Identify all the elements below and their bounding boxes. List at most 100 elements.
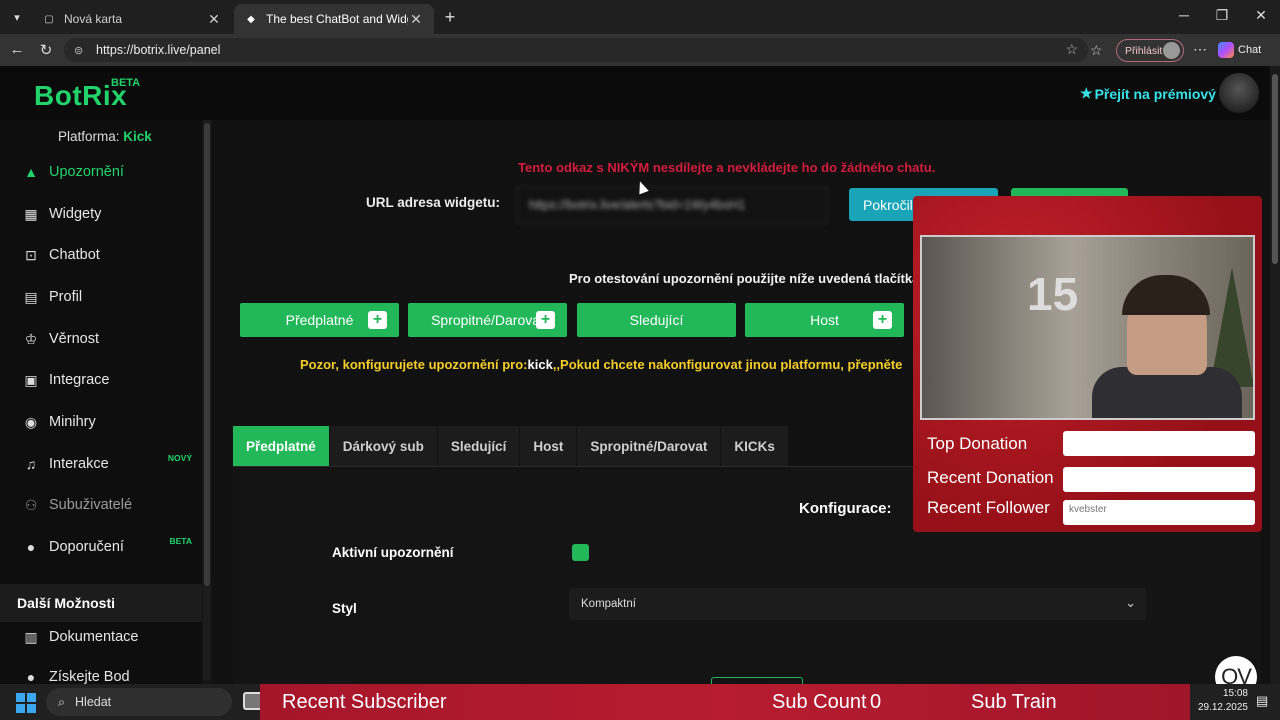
sidebar-item-profile[interactable]: ▤ Profil bbox=[0, 280, 202, 314]
alert-type-tabs: Předplatné Dárkový sub Sledující Host Sp… bbox=[233, 426, 789, 466]
sidebar-item-chatbot[interactable]: ⊡ Chatbot bbox=[0, 238, 202, 272]
page-scrollbar[interactable] bbox=[1270, 66, 1280, 684]
plus-icon: + bbox=[873, 311, 892, 329]
active-alert-checkbox[interactable] bbox=[572, 544, 589, 561]
notice-platform: kick bbox=[527, 357, 553, 372]
botrix-icon: ◆ bbox=[247, 13, 255, 25]
plus-icon: + bbox=[536, 311, 555, 329]
stream-overlay: 15 Top Donation Recent Donation Recent F… bbox=[913, 196, 1262, 532]
style-select[interactable]: Kompaktní ⌄ bbox=[569, 588, 1146, 620]
config-heading: Konfigurace: bbox=[799, 500, 892, 517]
widgets-icon: ▦ bbox=[24, 205, 38, 222]
more-options-heading: Další Možnosti bbox=[0, 584, 202, 622]
close-tab-icon[interactable]: ✕ bbox=[408, 11, 424, 28]
link-warning-text: Tento odkaz s NIKÝM nesdílejte a nevklád… bbox=[518, 160, 936, 175]
button-label: Spropitné/Darovat bbox=[431, 312, 544, 328]
coin-icon: ● bbox=[26, 669, 36, 685]
clock-time: 15:08 bbox=[1222, 688, 1248, 699]
tab-list-chevron-icon[interactable]: ▾ bbox=[6, 7, 28, 27]
windows-start-icon[interactable] bbox=[16, 693, 36, 713]
recent-follower-label: Recent Follower bbox=[927, 498, 1050, 517]
sidebar-item-label: Dokumentace bbox=[49, 629, 139, 645]
signin-button[interactable]: Přihlásit bbox=[1116, 39, 1184, 62]
go-premium-link[interactable]: ★ Přejít na prémiový bbox=[1080, 85, 1216, 102]
sidebar-item-interactions[interactable]: ♫ Interakce NOVÝ bbox=[0, 447, 202, 481]
sub-count-value: 0 bbox=[870, 691, 882, 713]
close-tab-icon[interactable]: ✕ bbox=[206, 11, 222, 28]
sidebar-item-label: Minihry bbox=[49, 414, 96, 430]
url-bar[interactable]: ⊜ https://botrix.live/panel ☆ bbox=[64, 38, 1088, 62]
sidebar-item-label: Integrace bbox=[49, 372, 110, 388]
url-text: https://botrix.live/panel bbox=[96, 43, 221, 57]
sidebar-item-integrations[interactable]: ▣ Integrace bbox=[0, 363, 202, 397]
notice-text: Pozor, konfigurujete upozornění pro: bbox=[300, 357, 528, 372]
sidebar-item-referrals[interactable]: ● Doporučení BETA bbox=[0, 530, 202, 564]
reload-icon[interactable]: ↻ bbox=[36, 41, 56, 59]
test-host-button[interactable]: Host + bbox=[745, 303, 904, 337]
more-menu-icon[interactable]: ⋯ bbox=[1193, 41, 1207, 58]
tab-title: The best ChatBot and Widgets for bbox=[266, 12, 408, 26]
sidebar-scrollbar[interactable] bbox=[203, 120, 211, 680]
taskbar: ⌕ Hledat bbox=[0, 684, 263, 720]
widget-url-input[interactable]: https://botrix.live/alerts?bid=1Wy4bsH1 bbox=[516, 186, 828, 224]
back-arrow-icon[interactable]: ← bbox=[7, 41, 27, 58]
sidebar-item-alerts[interactable]: ▲ Upozornění bbox=[0, 155, 202, 189]
sidebar-item-minigames[interactable]: ◉ Minihry bbox=[0, 405, 202, 439]
style-value: Kompaktní bbox=[581, 598, 636, 610]
close-window-icon[interactable]: ✕ bbox=[1251, 7, 1271, 24]
recent-donation-value bbox=[1063, 467, 1255, 492]
tab-host[interactable]: Host bbox=[520, 426, 578, 466]
beta-badge: BETA bbox=[169, 536, 192, 546]
platform-label: Platforma: bbox=[58, 129, 120, 144]
gamepad-icon: ◉ bbox=[24, 413, 38, 430]
test-donation-button[interactable]: Spropitné/Darovat + bbox=[408, 303, 567, 337]
user-avatar[interactable] bbox=[1219, 73, 1259, 113]
widget-url-label: URL adresa widgetu: bbox=[366, 195, 501, 210]
taskbar-search[interactable]: ⌕ Hledat bbox=[46, 688, 232, 716]
tab-follower[interactable]: Sledující bbox=[437, 426, 521, 466]
maximize-icon[interactable]: ❐ bbox=[1212, 7, 1232, 24]
integration-icon: ▣ bbox=[24, 371, 38, 388]
favorite-star-icon[interactable]: ☆ bbox=[1065, 41, 1078, 58]
star-icon: ★ bbox=[1080, 85, 1093, 101]
tab-botrix[interactable]: ◆ The best ChatBot and Widgets for ✕ bbox=[234, 4, 434, 34]
minimize-icon[interactable]: ─ bbox=[1174, 7, 1194, 23]
clock-date: 29.12.2025 bbox=[1197, 702, 1248, 713]
tab-gift-sub[interactable]: Dárkový sub bbox=[329, 426, 438, 466]
page-scroll-thumb[interactable] bbox=[1272, 74, 1278, 264]
site-info-icon[interactable]: ⊜ bbox=[74, 44, 88, 57]
referral-icon: ● bbox=[26, 539, 36, 555]
notification-icon[interactable]: ▤ bbox=[1256, 693, 1268, 709]
style-label: Styl bbox=[332, 601, 357, 616]
sub-count-label: Sub Count bbox=[772, 691, 867, 713]
active-alert-label: Aktivní upozornění bbox=[332, 545, 454, 560]
sidebar-item-label: Doporučení bbox=[49, 539, 124, 555]
platform-indicator: Platforma: Kick bbox=[58, 129, 152, 144]
tab-new-tab[interactable]: ▢ Nová karta ✕ bbox=[32, 4, 232, 34]
sidebar-item-label: Věrnost bbox=[49, 331, 99, 347]
copilot-chat-button[interactable]: Chat bbox=[1218, 39, 1274, 61]
sidebar-scroll-thumb[interactable] bbox=[204, 123, 210, 586]
favorites-icon[interactable]: ☆ bbox=[1090, 42, 1103, 59]
tab-donation[interactable]: Spropitné/Darovat bbox=[577, 426, 722, 466]
sidebar-item-subusers[interactable]: ⚇ Subuživatelé bbox=[0, 488, 202, 522]
test-subscription-button[interactable]: Předplatné + bbox=[240, 303, 399, 337]
top-donation-value bbox=[1063, 431, 1255, 456]
sidebar-item-label: Upozornění bbox=[49, 164, 124, 180]
new-badge: NOVÝ bbox=[167, 453, 192, 463]
system-clock[interactable]: 15:08 29.12.2025 bbox=[1194, 687, 1248, 715]
new-tab-plus-icon[interactable]: + bbox=[440, 7, 460, 28]
tab-subscription[interactable]: Předplatné bbox=[233, 426, 330, 466]
sidebar-item-label: Subuživatelé bbox=[49, 497, 133, 513]
sidebar-item-widgets[interactable]: ▦ Widgety bbox=[0, 197, 202, 231]
taskbar-tray: 15:08 29.12.2025 ▤ bbox=[1190, 684, 1280, 720]
tab-kicks[interactable]: KICKs bbox=[721, 426, 789, 466]
sidebar-item-docs[interactable]: ▥ Dokumentace bbox=[0, 620, 202, 654]
users-icon: ⚇ bbox=[24, 496, 38, 513]
platform-notice: Pozor, konfigurujete upozornění pro:kick… bbox=[300, 357, 902, 372]
test-follower-button[interactable]: Sledující bbox=[577, 303, 736, 337]
site-header: BotRix BETA ★ Přejít na prémiový bbox=[0, 66, 1270, 120]
sidebar-item-loyalty[interactable]: ♔ Věrnost bbox=[0, 322, 202, 356]
recent-follower-value: kvebster bbox=[1063, 500, 1255, 525]
page-icon: ▢ bbox=[44, 13, 54, 25]
